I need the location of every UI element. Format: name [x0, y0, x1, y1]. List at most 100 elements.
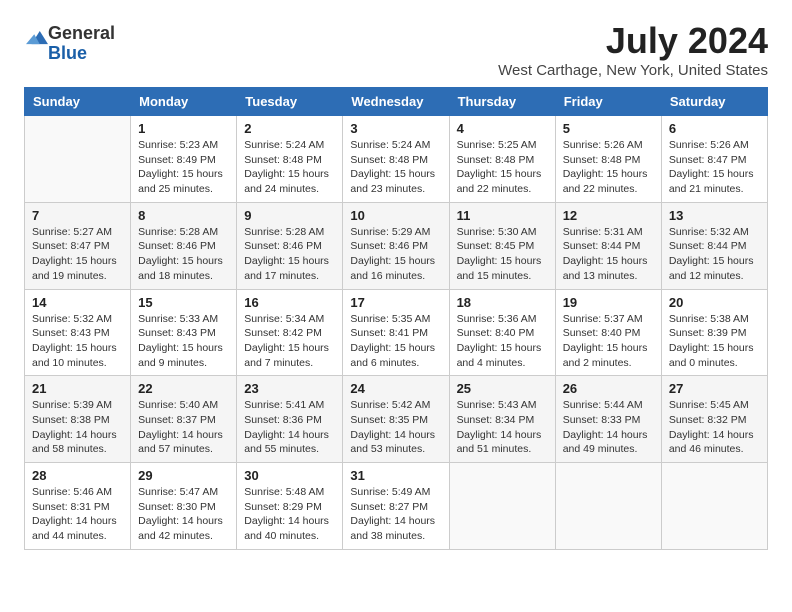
calendar-cell: 15 Sunrise: 5:33 AM Sunset: 8:43 PM Dayli… — [131, 289, 237, 376]
day-info: Sunrise: 5:46 AM Sunset: 8:31 PM Dayligh… — [32, 485, 123, 544]
calendar-cell: 2 Sunrise: 5:24 AM Sunset: 8:48 PM Daylig… — [237, 116, 343, 203]
column-header-wednesday: Wednesday — [343, 88, 449, 116]
calendar-week-row: 7 Sunrise: 5:27 AM Sunset: 8:47 PM Daylig… — [25, 202, 768, 289]
calendar-cell — [555, 463, 661, 550]
page-header: General Blue July 2024 West Carthage, Ne… — [24, 20, 768, 79]
day-number: 18 — [457, 295, 548, 310]
calendar-header-row: SundayMondayTuesdayWednesdayThursdayFrid… — [25, 88, 768, 116]
day-number: 11 — [457, 208, 548, 223]
calendar-cell: 14Sunrise: 5:32 AM Sunset: 8:43 PM Dayli… — [25, 289, 131, 376]
day-info: Sunrise: 5:31 AM Sunset: 8:44 PM Dayligh… — [563, 225, 654, 284]
day-number: 8 — [138, 208, 229, 223]
day-info: Sunrise: 5:28 AM Sunset: 8:46 PM Dayligh… — [138, 225, 229, 284]
logo: General Blue — [24, 24, 115, 64]
day-number: 4 — [457, 121, 548, 136]
day-info: Sunrise: 5:24 AM Sunset: 8:48 PM Dayligh… — [244, 138, 335, 197]
calendar-cell: 28 Sunrise: 5:46 AM Sunset: 8:31 PM Dayli… — [25, 463, 131, 550]
day-number: 2 — [244, 121, 335, 136]
calendar-cell: 30 Sunrise: 5:48 AM Sunset: 8:29 PM Dayli… — [237, 463, 343, 550]
day-info: Sunrise: 5:49 AM Sunset: 8:27 PM Dayligh… — [350, 485, 441, 544]
calendar-cell: 22 Sunrise: 5:40 AM Sunset: 8:37 PM Dayli… — [131, 376, 237, 463]
day-info: Sunrise: 5:29 AM Sunset: 8:46 PM Dayligh… — [350, 225, 441, 284]
location-title: West Carthage, New York, United States — [498, 62, 768, 79]
day-info: Sunrise: 5:35 AM Sunset: 8:41 PM Dayligh… — [350, 312, 441, 371]
day-number: 16 — [244, 295, 335, 310]
day-number: 7 — [32, 208, 123, 223]
day-number: 21 — [32, 381, 123, 396]
calendar-cell: 26Sunrise: 5:44 AM Sunset: 8:33 PM Dayli… — [555, 376, 661, 463]
day-number: 23 — [244, 381, 335, 396]
day-number: 19 — [563, 295, 654, 310]
calendar-cell — [449, 463, 555, 550]
day-number: 3 — [350, 121, 441, 136]
day-info: Sunrise: 5:25 AM Sunset: 8:48 PM Dayligh… — [457, 138, 548, 197]
calendar-cell — [25, 116, 131, 203]
logo-icon — [26, 26, 48, 48]
calendar-cell: 29 Sunrise: 5:47 AM Sunset: 8:30 PM Dayli… — [131, 463, 237, 550]
day-info: Sunrise: 5:40 AM Sunset: 8:37 PM Dayligh… — [138, 398, 229, 457]
calendar-cell: 20 Sunrise: 5:38 AM Sunset: 8:39 PM Dayli… — [661, 289, 767, 376]
calendar-cell: 5 Sunrise: 5:26 AM Sunset: 8:48 PM Daylig… — [555, 116, 661, 203]
calendar-week-row: 14Sunrise: 5:32 AM Sunset: 8:43 PM Dayli… — [25, 289, 768, 376]
day-number: 31 — [350, 468, 441, 483]
column-header-tuesday: Tuesday — [237, 88, 343, 116]
day-info: Sunrise: 5:33 AM Sunset: 8:43 PM Dayligh… — [138, 312, 229, 371]
calendar-cell: 21 Sunrise: 5:39 AM Sunset: 8:38 PM Dayli… — [25, 376, 131, 463]
column-header-saturday: Saturday — [661, 88, 767, 116]
calendar-week-row: 21 Sunrise: 5:39 AM Sunset: 8:38 PM Dayli… — [25, 376, 768, 463]
calendar-cell: 6 Sunrise: 5:26 AM Sunset: 8:47 PM Daylig… — [661, 116, 767, 203]
calendar-cell: 25Sunrise: 5:43 AM Sunset: 8:34 PM Dayli… — [449, 376, 555, 463]
calendar-week-row: 28 Sunrise: 5:46 AM Sunset: 8:31 PM Dayli… — [25, 463, 768, 550]
day-number: 12 — [563, 208, 654, 223]
day-info: Sunrise: 5:32 AM Sunset: 8:44 PM Dayligh… — [669, 225, 760, 284]
calendar-cell: 3 Sunrise: 5:24 AM Sunset: 8:48 PM Daylig… — [343, 116, 449, 203]
day-info: Sunrise: 5:28 AM Sunset: 8:46 PM Dayligh… — [244, 225, 335, 284]
day-number: 25 — [457, 381, 548, 396]
day-info: Sunrise: 5:26 AM Sunset: 8:47 PM Dayligh… — [669, 138, 760, 197]
calendar-cell: 1 Sunrise: 5:23 AM Sunset: 8:49 PM Daylig… — [131, 116, 237, 203]
column-header-thursday: Thursday — [449, 88, 555, 116]
month-title: July 2024 — [498, 20, 768, 62]
calendar-cell: 23Sunrise: 5:41 AM Sunset: 8:36 PM Dayli… — [237, 376, 343, 463]
day-number: 30 — [244, 468, 335, 483]
day-info: Sunrise: 5:44 AM Sunset: 8:33 PM Dayligh… — [563, 398, 654, 457]
day-info: Sunrise: 5:48 AM Sunset: 8:29 PM Dayligh… — [244, 485, 335, 544]
day-number: 27 — [669, 381, 760, 396]
day-info: Sunrise: 5:47 AM Sunset: 8:30 PM Dayligh… — [138, 485, 229, 544]
calendar-cell: 19Sunrise: 5:37 AM Sunset: 8:40 PM Dayli… — [555, 289, 661, 376]
calendar-cell: 18 Sunrise: 5:36 AM Sunset: 8:40 PM Dayli… — [449, 289, 555, 376]
day-number: 29 — [138, 468, 229, 483]
logo-general-text: General — [48, 24, 115, 44]
day-number: 1 — [138, 121, 229, 136]
calendar-cell: 10 Sunrise: 5:29 AM Sunset: 8:46 PM Dayli… — [343, 202, 449, 289]
day-info: Sunrise: 5:38 AM Sunset: 8:39 PM Dayligh… — [669, 312, 760, 371]
day-number: 17 — [350, 295, 441, 310]
day-number: 20 — [669, 295, 760, 310]
column-header-monday: Monday — [131, 88, 237, 116]
day-number: 15 — [138, 295, 229, 310]
day-number: 28 — [32, 468, 123, 483]
calendar-cell: 17 Sunrise: 5:35 AM Sunset: 8:41 PM Dayli… — [343, 289, 449, 376]
day-number: 9 — [244, 208, 335, 223]
calendar-cell: 4 Sunrise: 5:25 AM Sunset: 8:48 PM Daylig… — [449, 116, 555, 203]
calendar-week-row: 1 Sunrise: 5:23 AM Sunset: 8:49 PM Daylig… — [25, 116, 768, 203]
day-info: Sunrise: 5:39 AM Sunset: 8:38 PM Dayligh… — [32, 398, 123, 457]
calendar-cell: 12 Sunrise: 5:31 AM Sunset: 8:44 PM Dayli… — [555, 202, 661, 289]
day-info: Sunrise: 5:34 AM Sunset: 8:42 PM Dayligh… — [244, 312, 335, 371]
day-info: Sunrise: 5:32 AM Sunset: 8:43 PM Dayligh… — [32, 312, 123, 371]
day-info: Sunrise: 5:24 AM Sunset: 8:48 PM Dayligh… — [350, 138, 441, 197]
day-number: 6 — [669, 121, 760, 136]
calendar-cell: 8 Sunrise: 5:28 AM Sunset: 8:46 PM Daylig… — [131, 202, 237, 289]
day-info: Sunrise: 5:23 AM Sunset: 8:49 PM Dayligh… — [138, 138, 229, 197]
day-info: Sunrise: 5:30 AM Sunset: 8:45 PM Dayligh… — [457, 225, 548, 284]
day-number: 10 — [350, 208, 441, 223]
calendar-cell: 31 Sunrise: 5:49 AM Sunset: 8:27 PM Dayli… — [343, 463, 449, 550]
day-info: Sunrise: 5:26 AM Sunset: 8:48 PM Dayligh… — [563, 138, 654, 197]
calendar-cell: 16 Sunrise: 5:34 AM Sunset: 8:42 PM Dayli… — [237, 289, 343, 376]
day-info: Sunrise: 5:36 AM Sunset: 8:40 PM Dayligh… — [457, 312, 548, 371]
day-info: Sunrise: 5:27 AM Sunset: 8:47 PM Dayligh… — [32, 225, 123, 284]
day-number: 5 — [563, 121, 654, 136]
calendar-cell — [661, 463, 767, 550]
day-number: 22 — [138, 381, 229, 396]
calendar-table: SundayMondayTuesdayWednesdayThursdayFrid… — [24, 87, 768, 550]
